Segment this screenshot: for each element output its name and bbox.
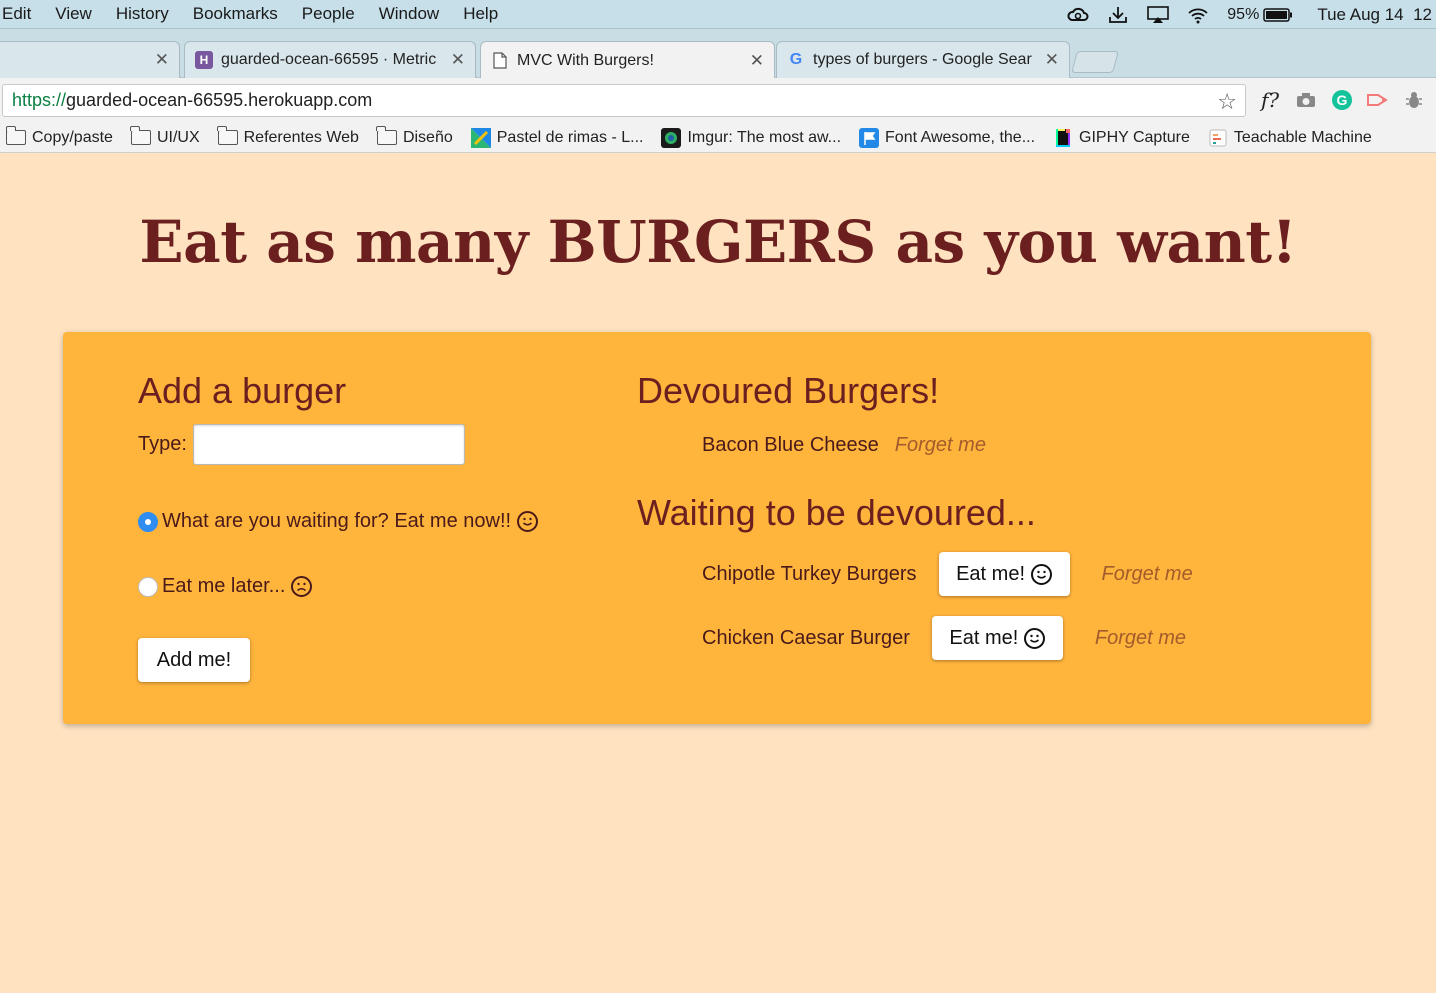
devoured-item: Bacon Blue Cheese Forget me bbox=[702, 434, 986, 457]
tab-heroku-metrics[interactable]: H guarded-ocean-66595 · Metric ✕ bbox=[184, 41, 476, 78]
new-tab-button[interactable] bbox=[1071, 51, 1119, 73]
bug-icon[interactable] bbox=[1402, 88, 1426, 112]
bookmark-ui-ux[interactable]: UI/UX bbox=[130, 126, 200, 147]
tab-google-search[interactable]: G types of burgers - Google Sear ✕ bbox=[776, 41, 1070, 78]
add-me-button[interactable]: Add me! bbox=[138, 638, 250, 682]
close-icon[interactable]: ✕ bbox=[750, 51, 764, 71]
battery-percent: 95% bbox=[1227, 5, 1260, 23]
document-icon bbox=[491, 52, 509, 70]
smile-icon bbox=[517, 511, 539, 532]
bookmark-pastel-de-rimas[interactable]: Pastel de rimas - L... bbox=[470, 127, 643, 148]
menu-people[interactable]: People bbox=[302, 4, 355, 24]
share-extension-icon[interactable] bbox=[1366, 88, 1390, 112]
eat-me-button[interactable]: Eat me! bbox=[931, 616, 1063, 660]
smile-icon bbox=[1031, 563, 1052, 585]
bookmarks-bar: Copy/paste UI/UX Referentes Web Diseño P… bbox=[0, 123, 1436, 153]
smile-icon bbox=[1024, 627, 1046, 649]
svg-text:G: G bbox=[1337, 92, 1348, 108]
option-eat-now[interactable]: What are you waiting for? Eat me now!! bbox=[138, 510, 598, 533]
address-bar: https://guarded-ocean-66595.herokuapp.co… bbox=[0, 78, 1436, 123]
creative-cloud-icon[interactable] bbox=[1067, 6, 1089, 24]
wifi-icon[interactable] bbox=[1187, 6, 1209, 24]
close-icon[interactable]: ✕ bbox=[155, 50, 169, 70]
add-burger-form: Add a burger Type: What are you waiting … bbox=[138, 370, 598, 682]
bookmark-teachable-machine[interactable]: Teachable Machine bbox=[1208, 129, 1372, 147]
font-finder-icon[interactable]: f? bbox=[1258, 88, 1282, 112]
radio-eat-now[interactable] bbox=[138, 511, 158, 532]
page-title: Eat as many BURGERS as you want! bbox=[139, 208, 1297, 276]
folder-icon bbox=[217, 126, 238, 146]
folder-icon bbox=[130, 126, 151, 146]
grammarly-icon[interactable]: G bbox=[1330, 88, 1354, 112]
bookmark-giphy-capture[interactable]: GIPHY Capture bbox=[1053, 128, 1190, 147]
menu-window[interactable]: Window bbox=[379, 4, 439, 24]
bookmark-imgur[interactable]: Imgur: The most aw... bbox=[661, 127, 841, 148]
download-icon[interactable] bbox=[1107, 6, 1129, 24]
teachable-icon bbox=[1208, 129, 1228, 146]
option-eat-later[interactable]: Eat me later... bbox=[138, 575, 598, 598]
forget-me-link[interactable]: Forget me bbox=[1102, 563, 1193, 586]
waiting-heading: Waiting to be devoured... bbox=[637, 492, 1036, 533]
forget-me-link[interactable]: Forget me bbox=[1095, 627, 1186, 650]
forget-me-link[interactable]: Forget me bbox=[895, 434, 986, 457]
add-burger-heading: Add a burger bbox=[138, 370, 347, 411]
menu-history[interactable]: History bbox=[116, 4, 169, 24]
url-field[interactable]: https://guarded-ocean-66595.herokuapp.co… bbox=[2, 84, 1246, 117]
tab-mvc-burgers[interactable]: MVC With Burgers! ✕ bbox=[480, 41, 775, 79]
pastel-icon bbox=[470, 127, 491, 148]
burger-name: Chipotle Turkey Burgers bbox=[702, 562, 917, 585]
tab-0[interactable]: ✕ bbox=[0, 41, 180, 78]
giphy-icon bbox=[1053, 128, 1073, 147]
heroku-icon: H bbox=[195, 51, 213, 69]
bookmark-star-icon[interactable]: ☆ bbox=[1217, 89, 1237, 115]
bookmark-diseno[interactable]: Diseño bbox=[376, 126, 453, 147]
burger-name: Bacon Blue Cheese bbox=[702, 434, 879, 456]
waiting-item: Chipotle Turkey Burgers Eat me! Forget m… bbox=[702, 552, 1193, 596]
bookmark-referentes-web[interactable]: Referentes Web bbox=[217, 126, 359, 147]
radio-eat-later[interactable] bbox=[138, 576, 158, 597]
burger-lists: Devoured Burgers! Bacon Blue Cheese Forg… bbox=[637, 370, 1337, 660]
burger-card: Add a burger Type: What are you waiting … bbox=[63, 332, 1371, 724]
type-label: Type: bbox=[138, 433, 187, 455]
mac-menubar: Edit View History Bookmarks People Windo… bbox=[0, 0, 1436, 29]
bookmark-copy-paste[interactable]: Copy/paste bbox=[5, 126, 113, 147]
bookmark-font-awesome[interactable]: Font Awesome, the... bbox=[859, 127, 1035, 148]
folder-icon bbox=[5, 126, 26, 146]
battery-icon[interactable] bbox=[1263, 6, 1293, 24]
option-eat-now-label: What are you waiting for? Eat me now!! bbox=[162, 510, 512, 532]
clock[interactable]: Tue Aug 14 12 bbox=[1317, 5, 1432, 25]
menu-help[interactable]: Help bbox=[463, 4, 498, 24]
tab-strip: ✕ H guarded-ocean-66595 · Metric ✕ MVC W… bbox=[0, 29, 1436, 79]
airplay-icon[interactable] bbox=[1147, 5, 1170, 24]
folder-icon bbox=[376, 126, 397, 146]
menu-bookmarks[interactable]: Bookmarks bbox=[193, 4, 278, 24]
close-icon[interactable]: ✕ bbox=[451, 50, 465, 70]
camera-icon[interactable] bbox=[1294, 88, 1318, 112]
waiting-item: Chicken Caesar Burger Eat me! Forget me bbox=[702, 616, 1186, 660]
menu-view[interactable]: View bbox=[55, 4, 92, 24]
burger-type-input[interactable] bbox=[192, 424, 465, 465]
menu-edit[interactable]: Edit bbox=[2, 4, 31, 24]
google-icon: G bbox=[789, 51, 803, 68]
close-icon[interactable]: ✕ bbox=[1045, 50, 1059, 70]
frown-icon bbox=[291, 576, 313, 597]
eat-me-button[interactable]: Eat me! bbox=[938, 552, 1070, 596]
fontawesome-icon bbox=[859, 127, 880, 148]
option-eat-later-label: Eat me later... bbox=[162, 575, 286, 597]
devoured-heading: Devoured Burgers! bbox=[637, 370, 940, 411]
imgur-icon bbox=[661, 127, 682, 148]
burger-name: Chicken Caesar Burger bbox=[702, 626, 910, 649]
